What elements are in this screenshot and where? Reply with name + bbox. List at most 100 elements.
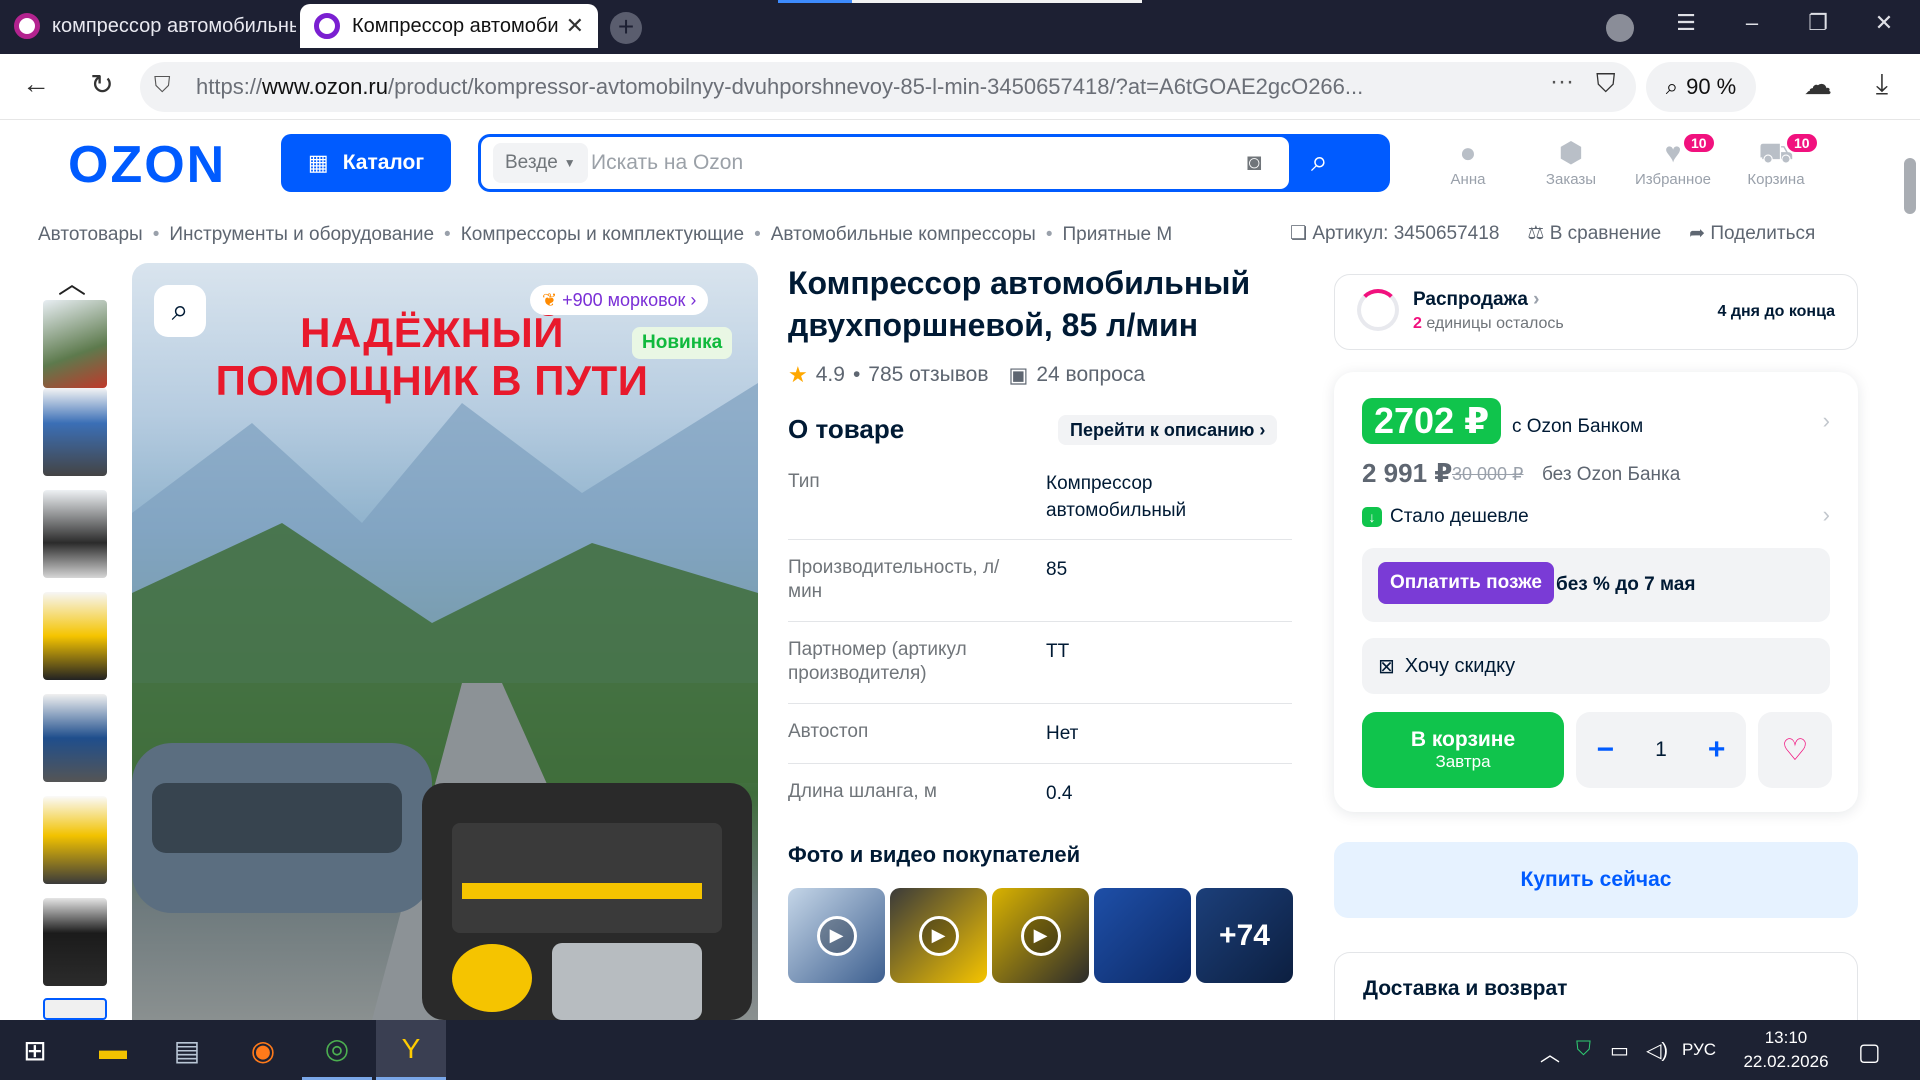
thumbnail-6[interactable]	[43, 796, 107, 884]
breadcrumb-item[interactable]: Автомобильные компрессоры	[771, 224, 1036, 246]
pay-later-button[interactable]: Оплатить позже	[1378, 562, 1554, 604]
browser-menu-icon[interactable]: ☰	[1666, 10, 1706, 36]
search-input[interactable]	[591, 145, 1191, 181]
spec-key: Автостоп	[788, 721, 869, 742]
breadcrumb-item[interactable]: Приятные М	[1063, 224, 1173, 246]
download-icon[interactable]: ⤓	[1862, 68, 1902, 101]
firefox-icon[interactable]: ◉	[228, 1020, 298, 1080]
sale-banner[interactable]: Распродажа › 2 единицы осталось 4 дня до…	[1334, 274, 1858, 350]
chevron-up-icon[interactable]: ︿	[58, 262, 86, 302]
thumbnail-8-selected[interactable]	[43, 998, 107, 1020]
url-text[interactable]: https://www.ozon.ru/product/kompressor-a…	[196, 74, 1446, 100]
more-dots-icon[interactable]: ···	[1550, 68, 1574, 96]
calculator-icon[interactable]: ▤	[152, 1020, 222, 1080]
camera-search-icon[interactable]: ◙	[1247, 149, 1262, 177]
chevron-right-icon[interactable]: ›	[1823, 502, 1830, 528]
reload-icon[interactable]: ↻	[82, 68, 122, 101]
breadcrumb: Автотовары • Инструменты и оборудование • …	[38, 224, 1173, 246]
search-bar: Везде▼ ◙ ⌕	[478, 134, 1390, 192]
go-to-description-button[interactable]: Перейти к описанию ›	[1058, 415, 1278, 445]
carrot-icon: ❦	[542, 289, 558, 310]
bookmark-icon[interactable]: ⛉	[1596, 68, 1616, 100]
add-to-favorites-button[interactable]: ♡	[1758, 712, 1832, 788]
buy-now-button[interactable]: Купить сейчас	[1334, 842, 1858, 918]
carrot-bonus-badge[interactable]: ❦ +900 морковок ›	[530, 285, 709, 315]
box-icon: ⬢	[1558, 137, 1584, 168]
breadcrumb-item[interactable]: Автотовары	[38, 224, 143, 246]
spec-row: Автостоп Нет	[788, 720, 1292, 764]
search-icon: ⌕	[1311, 145, 1328, 178]
clock[interactable]: 13:10 22.02.2026	[1726, 1026, 1846, 1074]
play-icon: ▶	[816, 915, 857, 956]
yandex-browser-icon[interactable]: Y	[376, 1020, 446, 1080]
want-discount-button[interactable]: ⊠ Хочу скидку	[1362, 638, 1830, 694]
security-shield-icon[interactable]: ⛉	[1576, 1038, 1591, 1061]
share-button[interactable]: ➦ Поделиться	[1689, 222, 1815, 245]
search-button[interactable]: ⌕	[1311, 145, 1328, 179]
breadcrumb-item[interactable]: Инструменты и оборудование	[169, 224, 434, 246]
cart-link[interactable]: ⛟ Корзина 10	[1731, 134, 1821, 188]
buyer-photo-4[interactable]	[1094, 888, 1191, 983]
reviews-link[interactable]: 785 отзывов	[868, 363, 988, 387]
thumbnail-1[interactable]	[43, 300, 107, 388]
spec-row: Партномер (артикул производителя) ТТ	[788, 638, 1292, 704]
volume-icon[interactable]: ◁)	[1646, 1038, 1668, 1063]
product-main-image[interactable]: ⌕ НАДЁЖНЫЙ ПОМОЩНИК В ПУТИ ❦ +900 морков…	[132, 263, 758, 1020]
thumbnail-2[interactable]	[43, 388, 107, 476]
compare-button[interactable]: ⚖ В сравнение	[1527, 222, 1661, 245]
pay-later-block[interactable]: Оплатить позже без % до 7 мая	[1362, 548, 1830, 622]
rating-value[interactable]: 4.9	[816, 363, 845, 387]
chevron-right-icon[interactable]: ›	[1823, 408, 1830, 434]
thumbnail-7[interactable]	[43, 898, 107, 986]
chrome-icon[interactable]: ◎	[302, 1020, 372, 1080]
zoom-indicator[interactable]: ⌕ 90 %	[1646, 62, 1756, 112]
new-tab-button[interactable]: +	[610, 12, 642, 44]
ozon-favicon-icon	[314, 13, 340, 39]
price-dropped[interactable]: ↓ Стало дешевле	[1362, 506, 1529, 528]
sale-ends: 4 дня до конца	[1717, 303, 1835, 320]
browser-tab-1[interactable]: компрессор автомобильный	[0, 4, 296, 48]
back-arrow-icon[interactable]: ←	[16, 68, 56, 100]
spec-key: Производительность, л/мин	[788, 557, 1000, 602]
profile-link[interactable]: ● Анна	[1423, 135, 1513, 188]
orders-link[interactable]: ⬢ Заказы	[1526, 135, 1616, 188]
thumbnail-4[interactable]	[43, 592, 107, 680]
scrollbar-thumb[interactable]	[1904, 158, 1916, 214]
thumbnail-5[interactable]	[43, 694, 107, 782]
thumbnail-3[interactable]	[43, 490, 107, 578]
file-explorer-icon[interactable]: ▬	[78, 1020, 148, 1080]
language-indicator[interactable]: РУС	[1682, 1040, 1716, 1060]
bank-price[interactable]: 2702 ₽	[1362, 398, 1502, 444]
minimize-icon[interactable]: –	[1732, 10, 1772, 36]
artikul-copy[interactable]: ❏ Артикул: 3450657418	[1290, 222, 1499, 245]
scrollbar[interactable]	[1900, 124, 1920, 1020]
in-cart-button[interactable]: В корзине Завтра	[1362, 712, 1564, 788]
ozon-favicon-icon	[14, 13, 40, 39]
extensions-icon[interactable]: ☁	[1798, 68, 1838, 101]
share-icon: ➦	[1689, 223, 1706, 244]
close-tab-icon[interactable]: ✕	[566, 13, 584, 39]
buyer-video-1[interactable]: ▶	[788, 888, 885, 983]
tray-expand-icon[interactable]: ︿	[1540, 1038, 1560, 1067]
browser-tab-2-active[interactable]: Компрессор автомобильный ✕	[300, 4, 598, 48]
search-scope-select[interactable]: Везде ▼	[493, 143, 588, 183]
plus-button[interactable]: +	[1708, 733, 1726, 767]
star-icon: ★	[788, 362, 808, 387]
notifications-icon[interactable]: ▢	[1858, 1038, 1881, 1067]
site-info-icon[interactable]: ⛉	[154, 72, 171, 98]
favorites-link[interactable]: ♥ Избранное 10	[1628, 134, 1718, 188]
arrow-down-icon: ↓	[1362, 507, 1382, 527]
catalog-button[interactable]: ▦ Каталог	[281, 134, 451, 192]
close-window-icon[interactable]: ✕	[1864, 10, 1904, 36]
windows-start-icon[interactable]: ⊞	[0, 1020, 70, 1080]
breadcrumb-item[interactable]: Компрессоры и комплектующие	[461, 224, 744, 246]
buyer-video-3[interactable]: ▶	[992, 888, 1089, 983]
browser-profile-avatar[interactable]	[1606, 14, 1634, 42]
network-icon[interactable]: ▭	[1610, 1038, 1629, 1063]
questions-link[interactable]: 24 вопроса	[1036, 363, 1145, 387]
minus-button[interactable]: −	[1597, 733, 1615, 767]
ozon-logo[interactable]: OZON	[68, 135, 226, 195]
restore-icon[interactable]: ❐	[1798, 10, 1838, 36]
buyer-video-2[interactable]: ▶	[890, 888, 987, 983]
more-photos-button[interactable]: +74	[1196, 888, 1293, 983]
